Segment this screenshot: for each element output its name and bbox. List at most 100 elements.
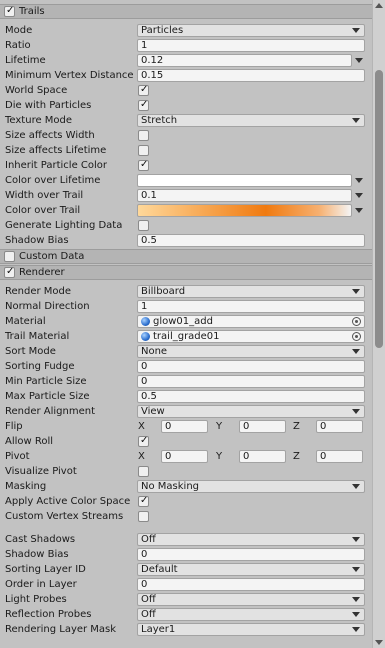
- texture-mode-dropdown[interactable]: Stretch: [137, 114, 365, 127]
- cast-shadows-dropdown[interactable]: Off: [137, 533, 365, 546]
- reflection-probes-row: Reflection Probes Off: [0, 607, 372, 622]
- min-particle-size-field[interactable]: 0: [137, 375, 365, 388]
- gradient-mode-dropdown-icon[interactable]: [355, 208, 363, 213]
- sorting-layer-id-dropdown[interactable]: Default: [137, 563, 365, 576]
- renderer-enabled-checkbox[interactable]: ✓: [4, 266, 15, 278]
- mode-dropdown[interactable]: Particles: [137, 24, 365, 37]
- sort-mode-dropdown[interactable]: None: [137, 345, 365, 358]
- render-alignment-dropdown[interactable]: View: [137, 405, 365, 418]
- allow-roll-label: Allow Roll: [5, 436, 54, 447]
- color-over-trail-gradient[interactable]: [137, 204, 352, 217]
- color-mode-dropdown-icon[interactable]: [355, 178, 363, 183]
- dropdown-arrow-icon: [352, 349, 360, 354]
- visualize-pivot-checkbox[interactable]: [138, 466, 149, 477]
- size-affects-lifetime-checkbox[interactable]: [138, 145, 149, 156]
- size-affects-width-checkbox[interactable]: [138, 130, 149, 141]
- lifetime-label: Lifetime: [5, 55, 46, 66]
- allow-roll-row: Allow Roll ✓: [0, 434, 372, 449]
- mode-label: Mode: [5, 25, 33, 36]
- trails-section-title: Trails: [19, 6, 45, 17]
- max-particle-size-field[interactable]: 0.5: [137, 390, 365, 403]
- trails-min-vertex-distance-row: Minimum Vertex Distance 0.15: [0, 68, 372, 83]
- trails-shadow-bias-field[interactable]: 0.5: [137, 234, 365, 247]
- lifetime-curve-dropdown-icon[interactable]: [355, 58, 363, 63]
- masking-row: Masking No Masking: [0, 479, 372, 494]
- mode-value: Particles: [141, 25, 184, 36]
- render-mode-dropdown[interactable]: Billboard: [137, 285, 365, 298]
- visualize-pivot-row: Visualize Pivot: [0, 464, 372, 479]
- order-in-layer-field[interactable]: 0: [137, 578, 365, 591]
- sorting-fudge-field[interactable]: 0: [137, 360, 365, 373]
- allow-roll-checkbox[interactable]: ✓: [138, 435, 149, 447]
- custom-data-enabled-checkbox[interactable]: [4, 251, 15, 262]
- order-in-layer-label: Order in Layer: [5, 579, 77, 590]
- trails-shadow-bias-row: Shadow Bias 0.5: [0, 233, 372, 248]
- min-particle-size-row: Min Particle Size 0: [0, 374, 372, 389]
- dropdown-arrow-icon: [352, 567, 360, 572]
- render-alignment-row: Render Alignment View: [0, 404, 372, 419]
- check-icon: ✓: [140, 84, 149, 95]
- reflection-probes-value: Off: [141, 609, 156, 620]
- reflection-probes-dropdown[interactable]: Off: [137, 608, 365, 621]
- custom-vertex-streams-checkbox[interactable]: [138, 511, 149, 522]
- trails-enabled-checkbox[interactable]: ✓: [4, 5, 15, 17]
- render-mode-row: Render Mode Billboard: [0, 284, 372, 299]
- flip-x-label: X: [138, 421, 145, 432]
- pivot-x-field[interactable]: 0: [161, 450, 208, 463]
- trails-section-header[interactable]: ✓ Trails: [0, 4, 372, 19]
- max-particle-size-row: Max Particle Size 0.5: [0, 389, 372, 404]
- trails-texture-mode-row: Texture Mode Stretch: [0, 113, 372, 128]
- light-probes-label: Light Probes: [5, 594, 67, 605]
- world-space-label: World Space: [5, 85, 68, 96]
- scrollbar-thumb[interactable]: [375, 70, 383, 348]
- lifetime-field[interactable]: 0.12: [137, 54, 352, 67]
- min-vertex-distance-field[interactable]: 0.15: [137, 69, 365, 82]
- trail-material-row: Trail Material trail_grade01: [0, 329, 372, 344]
- color-over-lifetime-swatch[interactable]: [137, 174, 352, 187]
- flip-x-field[interactable]: 0: [161, 420, 208, 433]
- ratio-field[interactable]: 1: [137, 39, 365, 52]
- trail-material-value: trail_grade01: [153, 331, 220, 342]
- object-picker-icon[interactable]: [352, 332, 361, 341]
- flip-y-field[interactable]: 0: [239, 420, 286, 433]
- pivot-y-field[interactable]: 0: [239, 450, 286, 463]
- check-icon: ✓: [140, 435, 149, 446]
- inherit-particle-color-checkbox[interactable]: ✓: [138, 159, 149, 171]
- trails-inherit-particle-color-row: Inherit Particle Color ✓: [0, 158, 372, 173]
- masking-dropdown[interactable]: No Masking: [137, 480, 365, 493]
- pivot-z-field[interactable]: 0: [316, 450, 363, 463]
- vertical-scrollbar[interactable]: [372, 0, 385, 648]
- sort-mode-label: Sort Mode: [5, 346, 56, 357]
- check-icon: ✓: [6, 266, 15, 277]
- flip-label: Flip: [5, 421, 23, 432]
- material-object-field[interactable]: glow01_add: [137, 315, 365, 328]
- render-alignment-value: View: [141, 406, 165, 417]
- max-particle-size-label: Max Particle Size: [5, 391, 90, 402]
- order-in-layer-row: Order in Layer 0: [0, 577, 372, 592]
- scroll-up-arrow-icon[interactable]: [375, 3, 383, 8]
- dropdown-arrow-icon: [352, 597, 360, 602]
- renderer-shadow-bias-field[interactable]: 0: [137, 548, 365, 561]
- trail-material-object-field[interactable]: trail_grade01: [137, 330, 365, 343]
- visualize-pivot-label: Visualize Pivot: [5, 466, 77, 477]
- sorting-layer-id-value: Default: [141, 564, 178, 575]
- rendering-layer-mask-dropdown[interactable]: Layer1: [137, 623, 365, 636]
- generate-lighting-data-checkbox[interactable]: [138, 220, 149, 231]
- world-space-checkbox[interactable]: ✓: [138, 84, 149, 96]
- normal-direction-row: Normal Direction 1: [0, 299, 372, 314]
- flip-z-field[interactable]: 0: [316, 420, 363, 433]
- width-over-trail-field[interactable]: 0.1: [137, 189, 352, 202]
- dropdown-arrow-icon: [352, 409, 360, 414]
- renderer-section-header[interactable]: ✓ Renderer: [0, 265, 372, 280]
- die-with-particles-checkbox[interactable]: ✓: [138, 99, 149, 111]
- color-over-lifetime-label: Color over Lifetime: [5, 175, 101, 186]
- normal-direction-field[interactable]: 1: [137, 300, 365, 313]
- scroll-down-arrow-icon[interactable]: [375, 640, 383, 645]
- custom-data-section-header[interactable]: Custom Data: [0, 249, 372, 264]
- apply-active-color-space-checkbox[interactable]: ✓: [138, 495, 149, 507]
- width-curve-dropdown-icon[interactable]: [355, 193, 363, 198]
- light-probes-dropdown[interactable]: Off: [137, 593, 365, 606]
- rendering-layer-mask-value: Layer1: [141, 624, 176, 635]
- render-mode-label: Render Mode: [5, 286, 72, 297]
- object-picker-icon[interactable]: [352, 317, 361, 326]
